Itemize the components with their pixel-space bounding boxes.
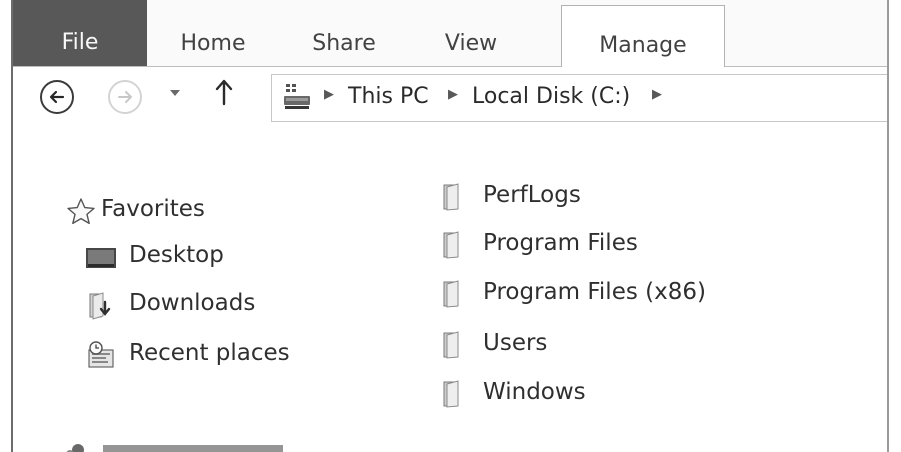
recent-places-icon	[88, 341, 114, 368]
downloads-folder-icon	[89, 292, 111, 320]
file-list: PerfLogs Program Files Program Files (x8…	[431, 130, 871, 430]
breadcrumb-local-disk[interactable]: Local Disk (C:)	[472, 84, 630, 109]
list-item-folder[interactable]: Windows	[431, 375, 831, 415]
tab-file-label: File	[61, 30, 99, 55]
forward-button[interactable]	[108, 80, 142, 114]
folder-name: Program Files	[483, 230, 638, 256]
address-row: ▶ This PC ▶ Local Disk (C:) ▶	[13, 67, 887, 129]
list-item-folder[interactable]: Program Files (x86)	[431, 275, 831, 315]
nav-item-desktop-label: Desktop	[129, 242, 224, 268]
file-explorer-window: File Home Share View Manage ▶ This PC ▶ …	[11, 0, 889, 452]
back-arrow-icon	[49, 90, 65, 104]
address-bar[interactable]: ▶ This PC ▶ Local Disk (C:) ▶	[271, 74, 887, 122]
breadcrumb-separator-icon[interactable]: ▶	[324, 87, 334, 102]
tab-file[interactable]: File	[13, 0, 147, 66]
tab-manage[interactable]: Manage	[561, 5, 725, 67]
navigation-pane: Favorites Desktop Downloads Recent place…	[13, 130, 423, 452]
folder-icon	[443, 231, 459, 259]
list-item-folder[interactable]: Users	[431, 326, 831, 366]
breadcrumb-separator-icon[interactable]: ▶	[448, 87, 458, 102]
nav-item-favorites-label: Favorites	[101, 196, 205, 222]
nav-item-recent-places-label: Recent places	[129, 340, 290, 366]
folder-icon	[443, 183, 459, 211]
desktop-icon	[86, 248, 116, 268]
tab-home-label: Home	[180, 31, 246, 56]
partial-label-bar	[103, 445, 283, 452]
breadcrumb-separator-icon[interactable]: ▶	[652, 87, 662, 102]
tab-share-label: Share	[312, 31, 376, 56]
star-icon	[67, 198, 95, 225]
computer-icon	[284, 84, 310, 109]
folder-icon	[443, 280, 459, 308]
up-button[interactable]	[213, 76, 235, 113]
chevron-down-icon	[170, 90, 180, 96]
recent-locations-button[interactable]	[169, 87, 181, 102]
up-arrow-icon	[215, 79, 233, 106]
tab-view-label: View	[444, 31, 498, 56]
tab-share[interactable]: Share	[289, 4, 399, 66]
list-item-folder[interactable]: PerfLogs	[431, 178, 831, 218]
homegroup-icon	[66, 444, 84, 452]
list-item-folder[interactable]: Program Files	[431, 226, 831, 266]
nav-item-partial[interactable]	[63, 438, 293, 452]
folder-name: PerfLogs	[483, 182, 581, 208]
nav-item-downloads-label: Downloads	[129, 290, 256, 316]
tab-view[interactable]: View	[421, 4, 521, 66]
forward-arrow-icon	[118, 91, 132, 103]
folder-name: Users	[483, 330, 548, 356]
back-button[interactable]	[40, 80, 74, 114]
folder-name: Windows	[483, 379, 586, 405]
tab-manage-label: Manage	[599, 33, 687, 58]
folder-icon	[443, 380, 459, 408]
tab-home[interactable]: Home	[147, 4, 279, 66]
folder-icon	[443, 331, 459, 359]
ribbon-tabs: File Home Share View Manage	[13, 0, 887, 67]
breadcrumb-this-pc[interactable]: This PC	[348, 84, 429, 109]
folder-name: Program Files (x86)	[483, 279, 706, 305]
